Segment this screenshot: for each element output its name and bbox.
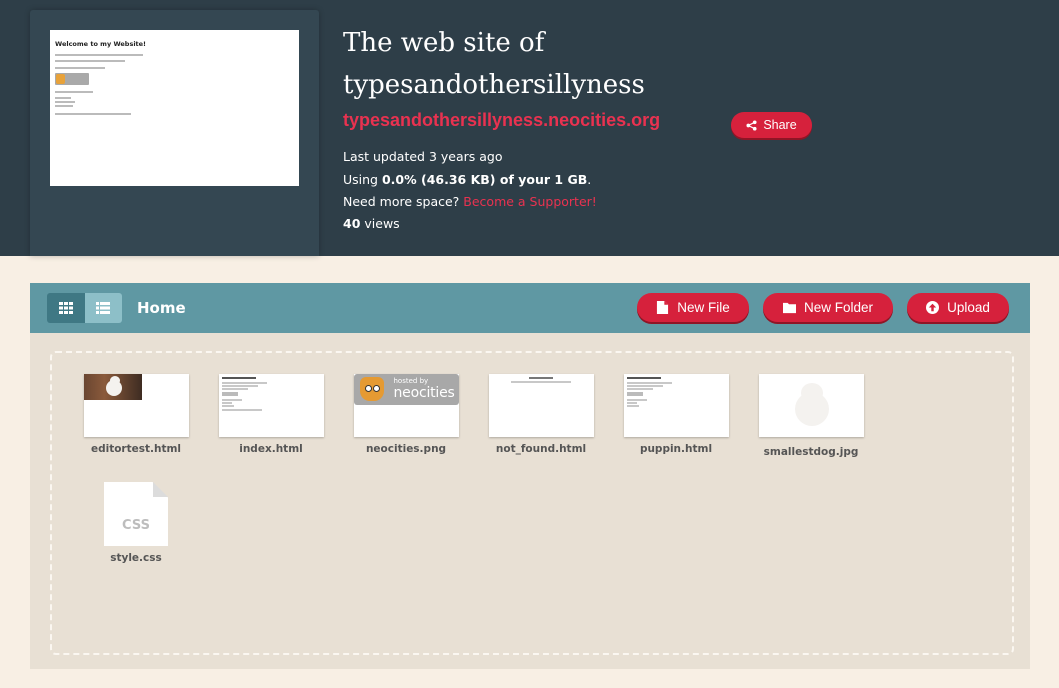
file-item-puppin[interactable]: puppin.html [611,374,741,455]
upload-icon [926,301,940,314]
site-screenshot-card[interactable]: Welcome to my Website! [30,10,319,256]
share-icon [746,119,757,131]
need-more-space: Need more space? Become a Supporter! [343,194,597,209]
grid-view-button[interactable] [47,293,85,323]
folder-icon [782,302,796,314]
file-thumbnail [83,374,189,437]
file-icon [657,301,669,314]
file-thumbnail: hosted by neocities [353,374,459,437]
upload-label: Upload [947,300,990,315]
become-supporter-link[interactable]: Become a Supporter! [463,194,597,209]
share-button[interactable]: Share [731,112,812,138]
file-thumbnail [218,374,324,437]
list-icon [96,302,111,314]
views-count: 40 views [343,216,400,231]
file-toolbar: Home New File New Folder Upload [30,283,1030,333]
site-screenshot[interactable]: Welcome to my Website! [50,30,299,186]
neocities-logo: hosted by neocities [353,374,459,405]
view-toggle [47,293,122,323]
new-folder-label: New Folder [803,300,874,315]
usage-suffix: . [587,172,592,187]
file-item-smallestdog[interactable]: smallestdog.jpg [746,374,876,458]
file-name: smallestdog.jpg [763,446,859,458]
breadcrumb-home[interactable]: Home [137,299,186,317]
neocities-cat-icon [359,377,384,401]
file-thumbnail [488,374,594,437]
file-thumbnail [623,374,729,437]
views-number: 40 [343,216,361,231]
usage-value: 0.0% (46.36 KB) of your 1 GB [381,172,588,187]
list-view-button[interactable] [84,293,122,323]
file-name: index.html [239,443,303,455]
new-folder-button[interactable]: New Folder [763,293,893,322]
css-file-icon: CSS [104,482,168,546]
site-url-link[interactable]: typesandothersillyness.neocities.org [343,110,660,131]
file-name: style.css [110,552,162,564]
file-name: editortest.html [90,443,182,455]
file-thumbnail [758,374,864,437]
file-name: puppin.html [639,443,713,455]
usage-prefix: Using [343,172,382,187]
file-name: neocities.png [365,443,447,455]
grid-icon [58,302,73,314]
upload-button[interactable]: Upload [907,293,1009,322]
share-label: Share [763,118,797,132]
file-item-style-css[interactable]: CSS style.css [71,482,201,564]
file-manager: Home New File New Folder Upload editorte… [30,283,1030,669]
file-item-editortest[interactable]: editortest.html [71,374,201,455]
need-space-text: Need more space? [343,194,464,209]
screenshot-heading: Welcome to my Website! [55,40,147,48]
new-file-button[interactable]: New File [637,293,749,322]
last-updated: Last updated 3 years ago [343,149,503,164]
file-item-index[interactable]: index.html [206,374,336,455]
badge-big-text: neocities [393,385,455,401]
file-item-neocities-png[interactable]: hosted by neocities neocities.png [341,374,471,455]
site-header: Welcome to my Website! The web site of t… [0,0,1059,256]
site-title: The web site of typesandothersillyness [343,28,645,100]
new-file-label: New File [677,300,730,315]
file-item-not-found[interactable]: not_found.html [476,374,606,455]
file-ext-label: CSS [122,518,150,533]
file-name: not_found.html [495,443,587,455]
storage-usage: Using 0.0% (46.36 KB) of your 1 GB. [343,172,591,187]
badge-small-text: hosted by [393,377,429,385]
views-label: views [360,216,400,231]
hosted-badge-thumb [55,73,89,85]
